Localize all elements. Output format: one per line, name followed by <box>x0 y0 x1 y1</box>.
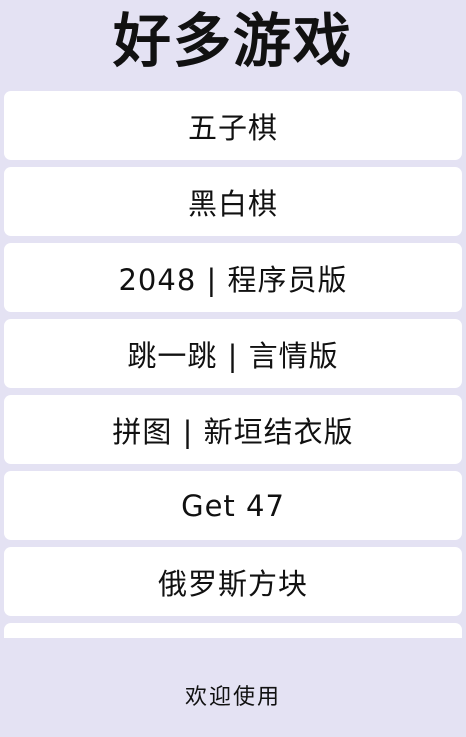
game-item-jump[interactable]: 跳一跳 | 言情版 <box>4 319 462 388</box>
app-header: 好多游戏 <box>0 0 466 82</box>
game-item-puzzle[interactable]: 拼图 | 新垣结衣版 <box>4 395 462 464</box>
game-item-gomoku[interactable]: 五子棋 <box>4 91 462 160</box>
app-title: 好多游戏 <box>112 7 353 75</box>
game-item-tetris[interactable]: 俄罗斯方块 <box>4 547 462 616</box>
game-item-partial[interactable] <box>4 623 462 638</box>
welcome-text: 欢迎使用 <box>184 684 281 710</box>
game-list[interactable]: 五子棋 黑白棋 2048 | 程序员版 跳一跳 | 言情版 拼图 | 新垣结衣版… <box>4 91 462 638</box>
game-item-2048[interactable]: 2048 | 程序员版 <box>4 243 462 312</box>
footer: 欢迎使用 <box>0 638 466 737</box>
game-item-reversi[interactable]: 黑白棋 <box>4 167 462 236</box>
game-item-get-47[interactable]: Get 47 <box>4 471 462 540</box>
